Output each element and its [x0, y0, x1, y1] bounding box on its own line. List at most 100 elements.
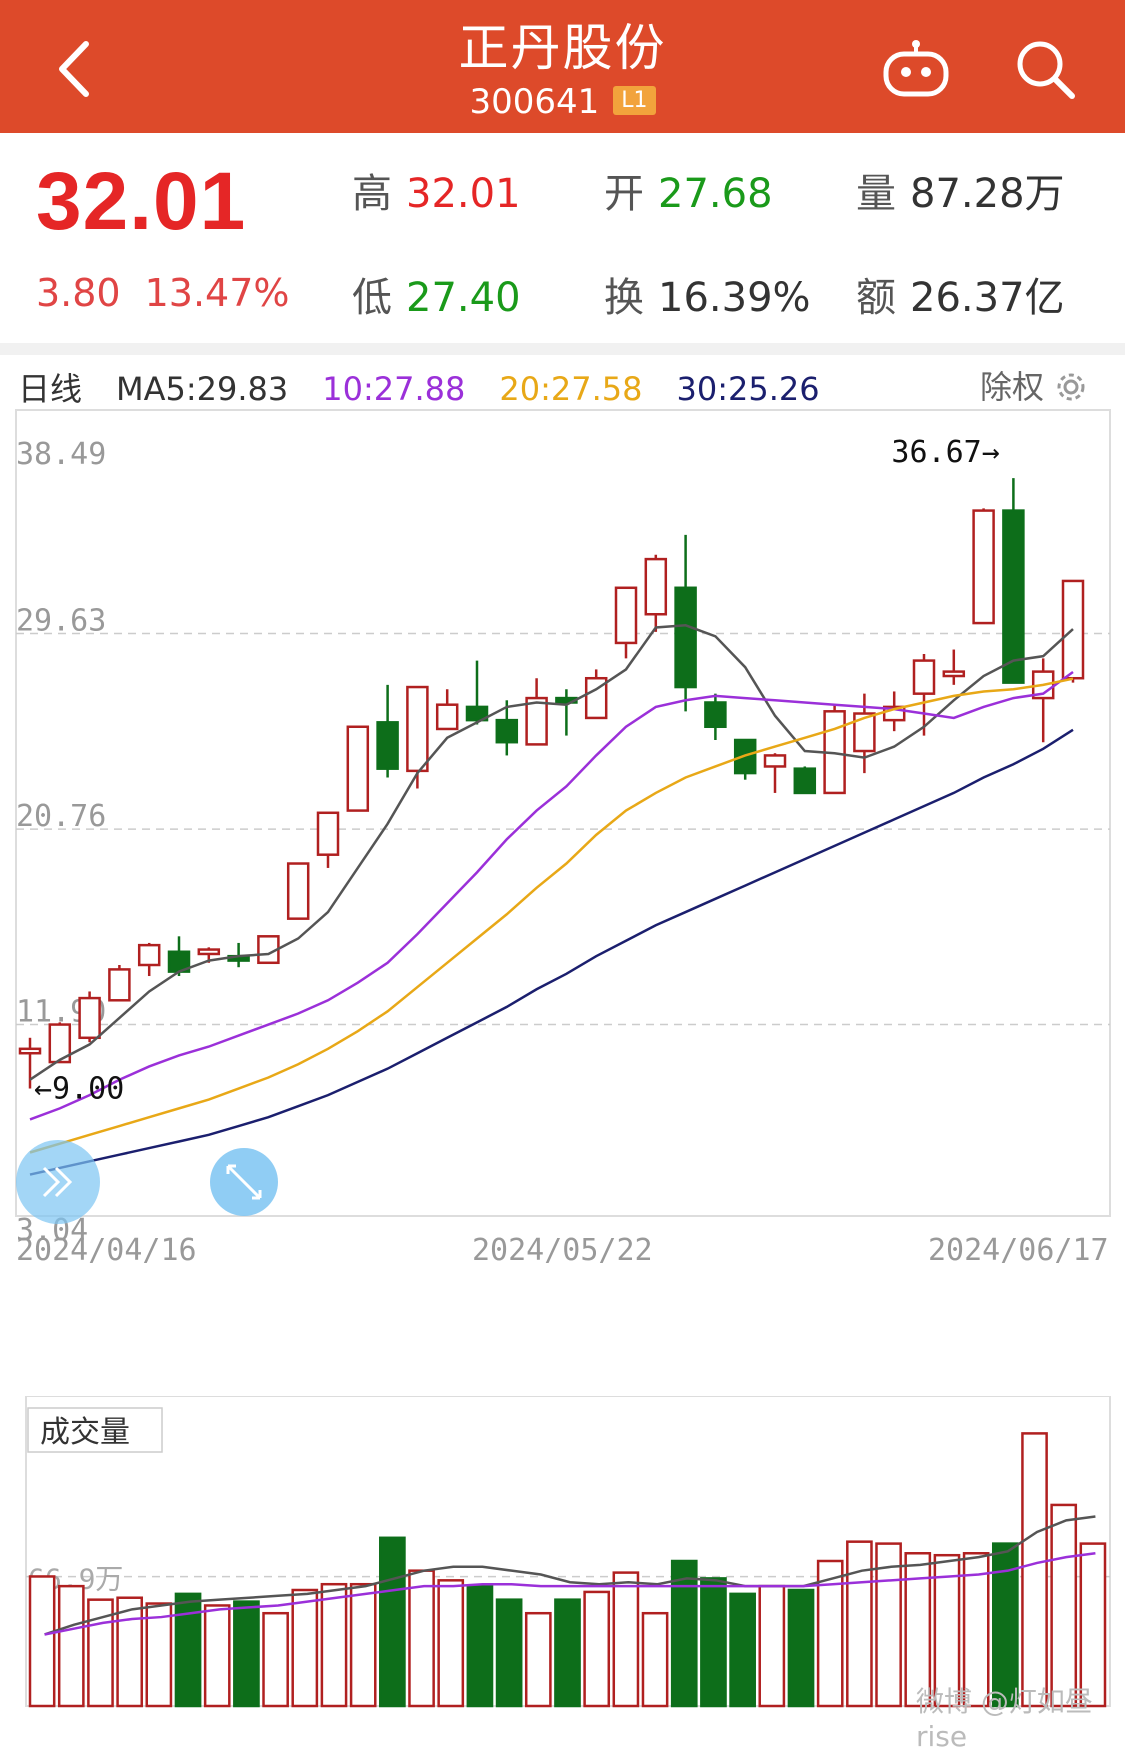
volume-bar	[203, 1604, 231, 1708]
volume-bar	[320, 1582, 348, 1708]
candle	[823, 704, 846, 795]
volume-bar	[846, 1540, 873, 1708]
volume-bar	[729, 1592, 756, 1708]
level-badge: L1	[613, 86, 656, 115]
stat-high-label: 高	[352, 171, 392, 217]
volume-bar	[583, 1590, 611, 1708]
search-icon[interactable]	[1012, 36, 1078, 102]
candle-body	[763, 754, 787, 768]
candle-body	[78, 996, 101, 1040]
volume-bar	[670, 1559, 698, 1708]
price-axis-label: 38.49	[16, 437, 106, 472]
candle-body	[286, 862, 310, 920]
candle-body	[942, 670, 966, 678]
candle-body	[108, 968, 131, 1002]
candle	[912, 653, 936, 736]
candle	[1061, 579, 1085, 683]
candle	[465, 660, 489, 725]
candle	[316, 811, 340, 868]
ma10-line	[29, 671, 1074, 1121]
candle	[435, 689, 459, 731]
candle	[763, 753, 787, 793]
candle	[137, 942, 161, 977]
candle-body	[137, 943, 161, 967]
robot-icon[interactable]	[880, 38, 952, 100]
candle	[555, 689, 578, 736]
stat-open-label: 开	[604, 171, 644, 217]
stat-high-value: 32.01	[406, 171, 521, 217]
stat-low-label: 低	[352, 275, 392, 321]
candle-body	[495, 718, 519, 744]
candle	[525, 678, 548, 746]
chart-frame	[15, 409, 1111, 1217]
candle-body	[18, 1047, 42, 1055]
candle	[346, 725, 370, 812]
max-price-annotation: 36.67→	[891, 435, 999, 470]
candle-body	[644, 557, 668, 616]
candle-body	[793, 767, 817, 795]
candle-body	[346, 725, 370, 812]
volume-bar	[408, 1569, 435, 1708]
ma20-line	[29, 677, 1074, 1154]
volume-label: 成交量	[40, 1415, 130, 1450]
stat-volume-value: 87.28万	[910, 171, 1065, 217]
candle	[286, 862, 310, 920]
candle	[376, 684, 399, 778]
candle	[674, 534, 697, 712]
volume-bar	[787, 1588, 815, 1708]
stat-turnover-value: 16.39%	[658, 275, 811, 321]
stat-open-value: 27.68	[658, 171, 773, 217]
volume-bar	[466, 1584, 494, 1708]
candle	[733, 738, 757, 780]
price-axis-label: 20.76	[16, 799, 106, 834]
stat-volume: 量 87.28万	[856, 161, 1065, 219]
volume-bar	[641, 1611, 669, 1708]
candle-body	[912, 659, 936, 695]
date-axis-label: 2024/05/22	[472, 1233, 653, 1268]
volume-bar	[291, 1588, 319, 1708]
change-amount: 3.80	[36, 271, 121, 315]
current-price: 32.01	[36, 156, 247, 247]
candle	[793, 766, 817, 795]
date-axis-label: 2024/04/16	[16, 1233, 197, 1268]
stat-amount-value: 26.37亿	[910, 275, 1065, 321]
volume-bar	[437, 1579, 465, 1708]
stat-turnover-label: 换	[604, 275, 644, 321]
stat-low-value: 27.40	[406, 275, 521, 321]
candle	[704, 693, 727, 740]
volume-bar	[612, 1571, 640, 1708]
change-percent: 13.47%	[144, 271, 290, 315]
stat-turnover: 换 16.39%	[604, 265, 811, 323]
volume-chart[interactable]: 成交量66.9万	[0, 1396, 1125, 1719]
volume-bar	[1021, 1432, 1048, 1708]
section-separator	[0, 343, 1125, 355]
volume-bar	[57, 1584, 85, 1708]
candlestick-chart[interactable]: 38.4929.6320.7611.903.0436.67→←9.002024/…	[0, 400, 1125, 1340]
candle	[78, 991, 101, 1043]
stat-volume-label: 量	[856, 171, 896, 217]
volume-bar	[116, 1596, 144, 1708]
watermark: 微博 @灯如昼rise	[916, 1685, 1093, 1753]
min-price-annotation: ←9.00	[34, 1072, 124, 1107]
stock-code: 300641	[469, 82, 600, 122]
stat-high: 高 32.01	[352, 161, 521, 219]
candle-body	[1002, 509, 1025, 684]
candle-body	[614, 586, 638, 645]
volume-bar	[262, 1611, 289, 1708]
candle-body	[197, 948, 221, 956]
candle-body	[525, 696, 548, 746]
volume-bar	[174, 1592, 202, 1708]
app-header: 正丹股份 300641 L1	[0, 0, 1125, 133]
volume-bar	[379, 1536, 406, 1708]
candle-body	[316, 811, 340, 856]
quote-summary: 32.01 3.80 13.47% 高 32.01 开 27.68 量 87.28万 低…	[0, 133, 1125, 343]
stat-open: 开 27.68	[604, 161, 773, 219]
gear-icon	[1057, 373, 1085, 401]
stock-code-line: 300641 L1	[0, 82, 1125, 122]
candle-body	[972, 509, 995, 625]
stat-amount: 额 26.37亿	[856, 265, 1065, 323]
date-axis-label: 2024/06/17	[928, 1233, 1109, 1268]
candle	[614, 586, 638, 659]
candle	[644, 554, 668, 632]
volume-bar	[758, 1584, 786, 1708]
